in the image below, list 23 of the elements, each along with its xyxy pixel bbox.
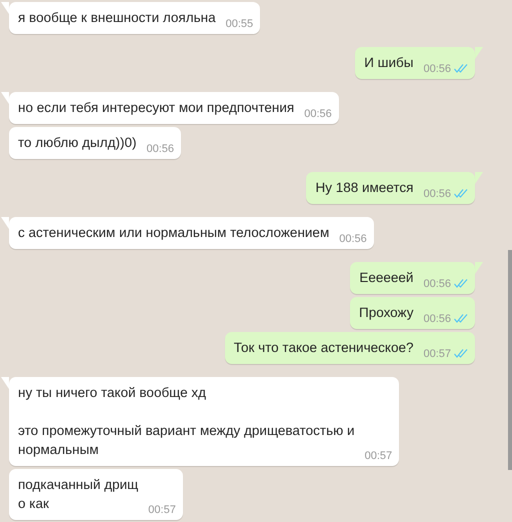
message-text: ну ты ничего такой вообще хд это промежуточный вариант между дрищеватостью и нормальным	[18, 384, 355, 459]
message-time: 00:57	[148, 502, 176, 518]
message-text: Прохожу	[359, 304, 414, 322]
message-text: Ток что такое астеническое?	[234, 339, 414, 357]
message-time: 00:55	[226, 16, 254, 32]
message-text: Ну 188 имеется	[315, 179, 414, 197]
message-time: 00:56	[423, 62, 451, 76]
message-time: 00:57	[364, 448, 392, 464]
message-time: 00:56	[423, 276, 451, 292]
message-time: 00:56	[423, 186, 451, 202]
message-text: подкачанный дрищ о как	[18, 476, 138, 513]
message-text: то люблю дылд))0)	[18, 134, 137, 152]
message-text: но если тебя интересуют мои предпочтения	[18, 99, 294, 117]
message-text: с астеническим или нормальным телосложением	[18, 224, 330, 242]
message-time: 00:56	[304, 106, 332, 122]
message-time: 00:57	[423, 346, 451, 362]
message-time: 00:56	[339, 232, 367, 246]
message-text: И шибы	[364, 54, 414, 72]
scrollbar[interactable]	[508, 250, 512, 470]
message-text: Еееееей	[359, 269, 414, 287]
message-text: я вообще к внешности лояльна	[18, 9, 216, 27]
message-time: 00:56	[146, 142, 174, 156]
message-time: 00:56	[423, 312, 451, 326]
